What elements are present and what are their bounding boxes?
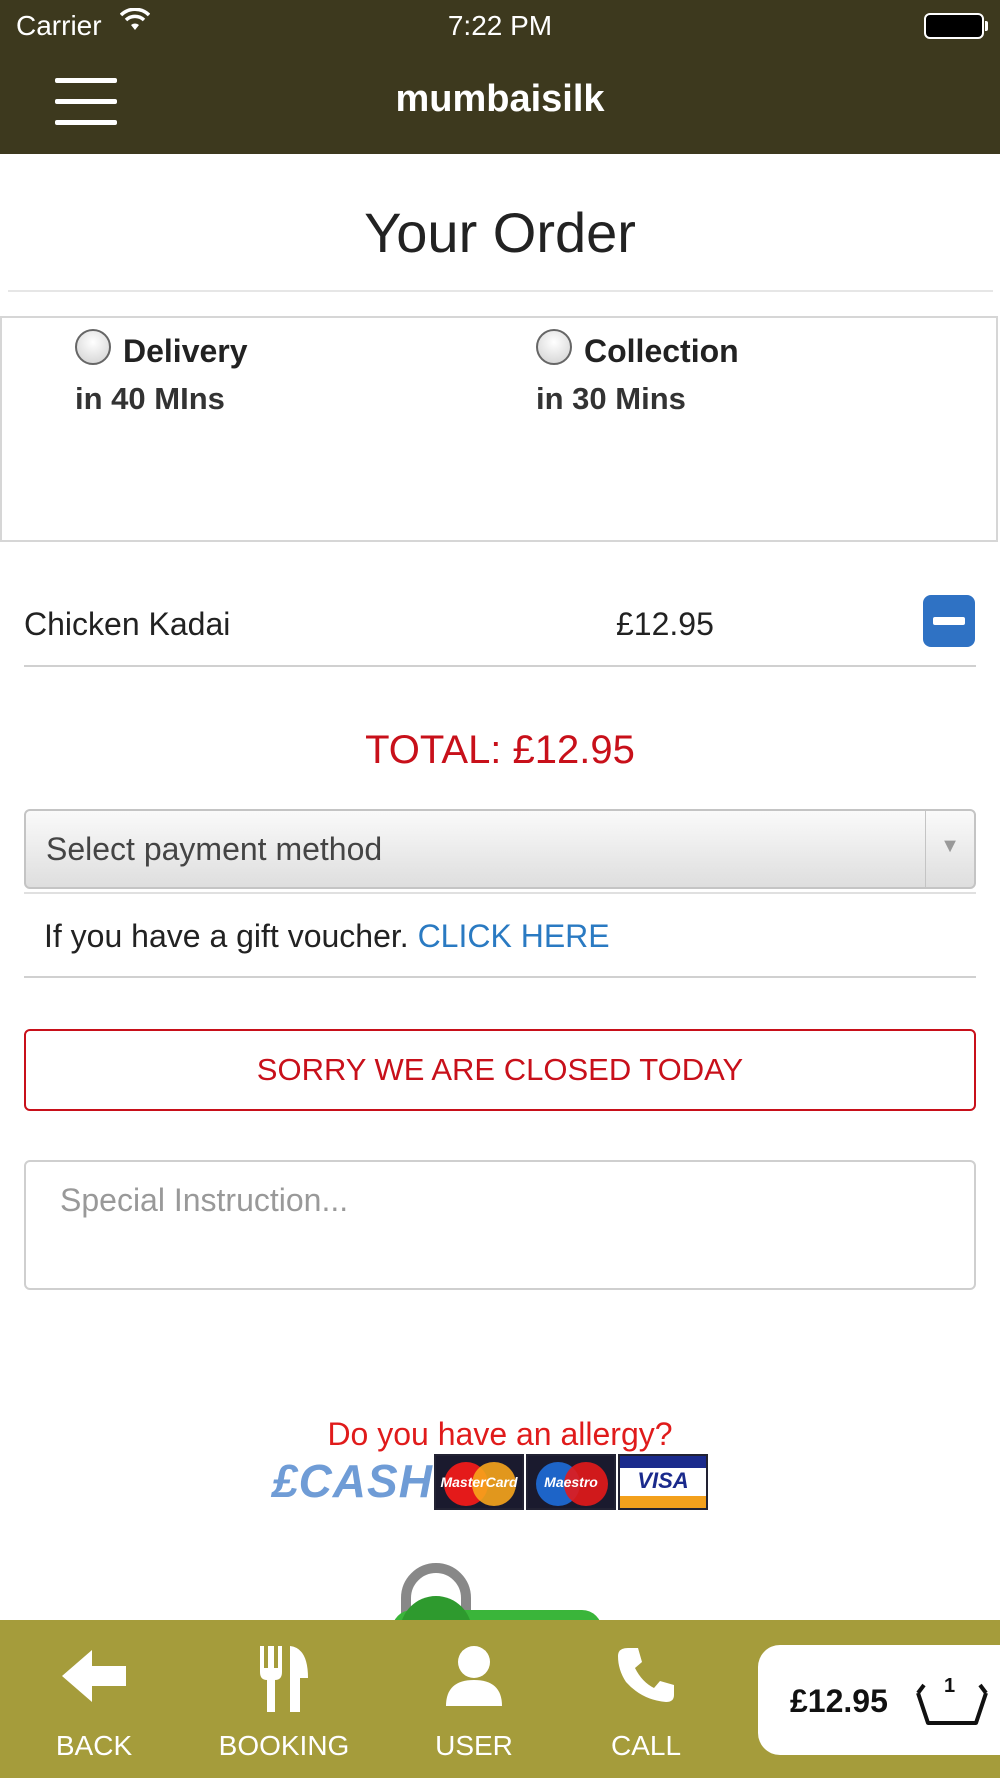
nav-booking-label: BOOKING bbox=[218, 1730, 350, 1761]
fork-knife-icon bbox=[204, 1644, 364, 1719]
collection-radio[interactable] bbox=[536, 329, 572, 365]
nav-user-label: USER bbox=[435, 1730, 513, 1761]
battery-icon bbox=[924, 13, 988, 39]
nav-call[interactable]: CALL bbox=[586, 1620, 706, 1778]
gift-voucher-text: If you have a gift voucher. bbox=[44, 918, 409, 954]
page-title: Your Order bbox=[364, 201, 636, 264]
dropdown-arrow-icon: ▼ bbox=[925, 811, 974, 887]
visa-logo: VISA bbox=[618, 1454, 708, 1510]
cart-total: £12.95 bbox=[790, 1683, 888, 1719]
user-icon bbox=[414, 1644, 534, 1713]
delivery-radio[interactable] bbox=[75, 329, 111, 365]
cash-logo: £CASH bbox=[272, 1455, 433, 1507]
delivery-time: in 40 MIns bbox=[75, 381, 225, 416]
nav-back-label: BACK bbox=[55, 1730, 133, 1761]
cart-button[interactable]: £12.95 1 bbox=[758, 1645, 1000, 1755]
order-item-name: Chicken Kadai bbox=[24, 606, 231, 642]
payment-method-select[interactable]: Select payment method ▼ bbox=[24, 809, 976, 889]
special-instruction-input[interactable] bbox=[24, 1160, 976, 1290]
gift-voucher-link[interactable]: CLICK HERE bbox=[418, 918, 610, 954]
gift-voucher-row: If you have a gift voucher. CLICK HERE bbox=[44, 918, 610, 955]
nav-booking[interactable]: BOOKING bbox=[204, 1620, 364, 1778]
collection-label: Collection bbox=[584, 333, 739, 369]
order-total: TOTAL: £12.95 bbox=[365, 728, 635, 772]
phone-icon bbox=[586, 1644, 706, 1709]
back-arrow-icon bbox=[34, 1644, 154, 1713]
remove-item-button[interactable] bbox=[923, 595, 975, 647]
divider bbox=[24, 665, 976, 667]
nav-call-label: CALL bbox=[610, 1730, 682, 1761]
collection-time: in 30 Mins bbox=[536, 381, 686, 416]
basket-icon bbox=[914, 1683, 990, 1732]
delivery-label: Delivery bbox=[123, 333, 248, 369]
maestro-logo: Maestro bbox=[526, 1454, 616, 1510]
secure-padlock-icon bbox=[392, 1562, 602, 1622]
closed-notice: SORRY WE ARE CLOSED TODAY bbox=[24, 1029, 976, 1111]
divider bbox=[8, 290, 993, 292]
payment-method-placeholder: Select payment method bbox=[46, 831, 383, 867]
order-item-price: £12.95 bbox=[616, 606, 714, 642]
nav-back[interactable]: BACK bbox=[34, 1620, 154, 1778]
allergy-link[interactable]: Do you have an allergy? bbox=[0, 1416, 1000, 1453]
status-time: 7:22 PM bbox=[447, 10, 553, 41]
divider bbox=[24, 976, 976, 978]
nav-user[interactable]: USER bbox=[414, 1620, 534, 1778]
mastercard-logo: MasterCard bbox=[434, 1454, 524, 1510]
status-bar: Carrier 7:22 PM bbox=[0, 0, 1000, 50]
app-title: mumbaisilk bbox=[395, 78, 605, 120]
divider bbox=[24, 892, 976, 894]
payment-logos: £CASH MasterCard Maestro VISA bbox=[272, 1454, 708, 1510]
